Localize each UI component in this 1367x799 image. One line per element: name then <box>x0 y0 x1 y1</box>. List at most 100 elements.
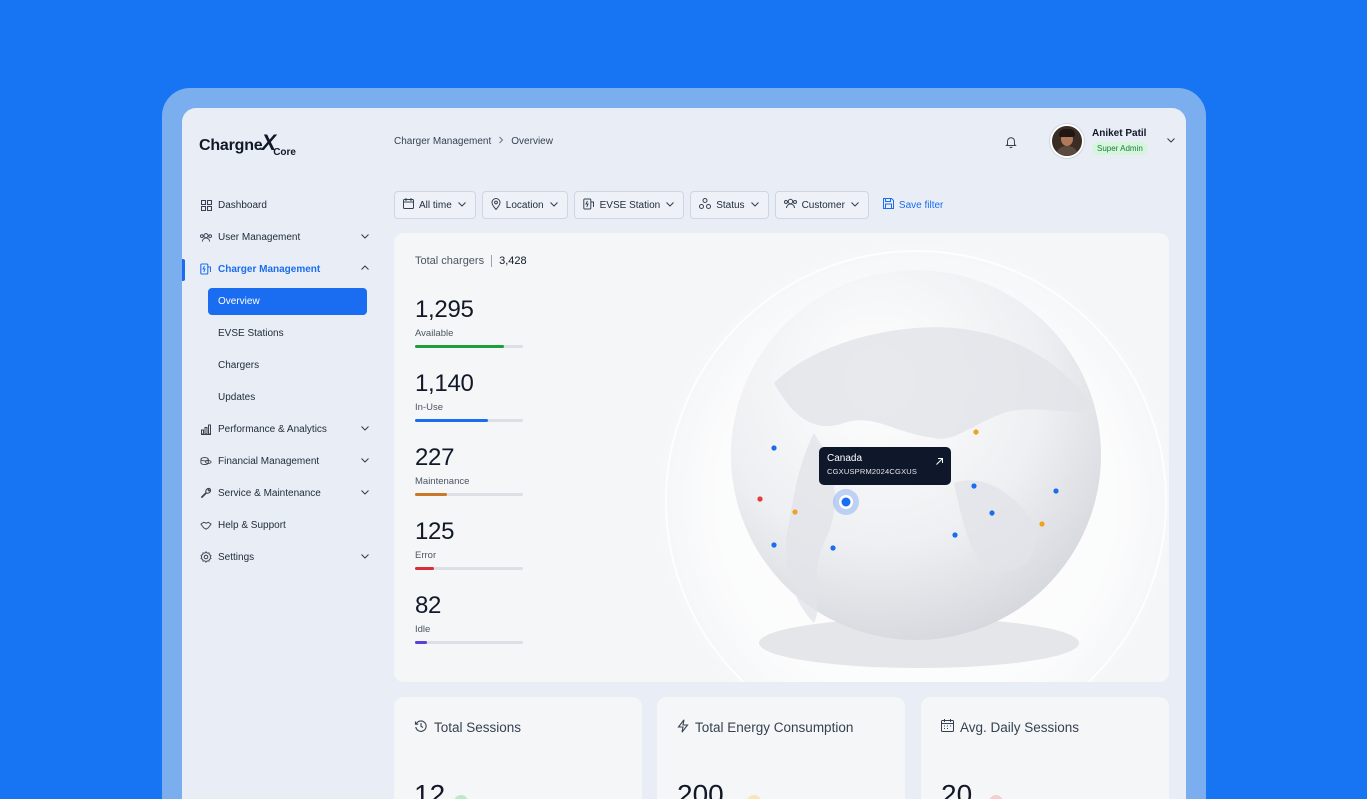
location-pin-icon <box>491 197 501 213</box>
chevron-down-icon <box>360 487 370 500</box>
handshake-icon <box>200 519 212 531</box>
filter-time[interactable]: All time <box>394 191 476 219</box>
station-marker[interactable] <box>830 545 836 551</box>
station-marker[interactable] <box>792 509 798 515</box>
sidebar-item-label: Charger Management <box>218 263 321 275</box>
lightning-icon <box>677 719 689 736</box>
charger-icon <box>200 263 212 275</box>
chevron-down-icon[interactable] <box>1166 132 1176 150</box>
station-marker[interactable] <box>952 532 958 538</box>
station-marker[interactable] <box>971 483 977 489</box>
sidebar-item-label: Service & Maintenance <box>218 487 321 499</box>
chevron-down-icon <box>360 231 370 244</box>
card-title: Avg. Daily Sessions <box>960 719 1080 735</box>
tooltip-code: CGXUSPRM2024CGXUS <box>827 467 918 476</box>
station-marker[interactable] <box>757 496 763 502</box>
filter-customer-label: Customer <box>801 199 845 211</box>
sidebar-item-label: Performance & Analytics <box>218 423 327 435</box>
sidebar-item-label: User Management <box>218 231 301 243</box>
chevron-down-icon <box>360 551 370 564</box>
chevron-down-icon <box>850 199 860 212</box>
save-filter-button[interactable]: Save filter <box>882 198 944 212</box>
selected-marker[interactable] <box>841 497 851 507</box>
station-marker[interactable] <box>771 542 777 548</box>
location-tooltip[interactable]: Canada CGXUSPRM2024CGXUS <box>819 447 951 485</box>
sidebar-subitem-chargers[interactable]: Chargers <box>208 352 367 379</box>
station-marker[interactable] <box>1053 488 1059 494</box>
station-marker[interactable] <box>771 445 777 451</box>
history-icon <box>414 719 428 736</box>
trend-badge <box>454 795 468 799</box>
status-icon <box>699 198 712 212</box>
trend-badge <box>989 795 1003 799</box>
role-badge: Super Admin <box>1092 141 1148 155</box>
card-total-sessions: Total Sessions 12 <box>394 697 642 799</box>
sidebar-item-label: Settings <box>218 551 255 563</box>
filter-evse-station[interactable]: EVSE Station <box>573 191 685 219</box>
profile-name: Aniket Patil <box>1092 127 1147 139</box>
sidebar-item-label: Financial Management <box>218 455 320 467</box>
users-icon <box>783 198 797 212</box>
calendar-icon <box>941 719 954 735</box>
charger-overview-card: Total chargers 3,428 1,295 Available 1,1… <box>394 233 1169 682</box>
card-value: 200 <box>677 779 724 799</box>
sidebar-item-charger-management[interactable]: Charger Management <box>200 260 370 278</box>
globe-map[interactable] <box>394 233 1169 682</box>
grid-icon <box>200 199 212 211</box>
logo-sub: Core <box>273 147 296 158</box>
card-value: 20 <box>941 779 973 799</box>
profile-menu[interactable]: Aniket Patil Super Admin <box>1050 124 1176 158</box>
chevron-right-icon <box>497 136 505 147</box>
app-window: Chargne X Core Charger Management Overvi… <box>182 108 1186 799</box>
logo[interactable]: Chargne X Core <box>199 130 296 158</box>
card-total-energy: Total Energy Consumption 200 <box>657 697 905 799</box>
avatar <box>1050 124 1084 158</box>
chevron-down-icon <box>457 199 467 212</box>
card-value: 12 <box>414 779 446 799</box>
calendar-icon <box>403 198 414 212</box>
filter-status-label: Status <box>716 199 745 211</box>
filter-time-label: All time <box>419 199 452 211</box>
chevron-down-icon <box>360 423 370 436</box>
filter-bar: All time Location EVSE Station Status Cu… <box>394 191 943 219</box>
card-title: Total Energy Consumption <box>695 720 854 735</box>
chevron-down-icon <box>665 199 675 212</box>
coins-icon <box>200 455 212 467</box>
station-marker[interactable] <box>1039 521 1045 527</box>
filter-status[interactable]: Status <box>690 191 769 219</box>
card-title: Total Sessions <box>434 720 522 735</box>
sidebar-subitem-overview[interactable]: Overview <box>208 288 367 315</box>
users-icon <box>200 231 212 243</box>
breadcrumb-parent[interactable]: Charger Management <box>394 136 491 147</box>
sidebar-item-label: Help & Support <box>218 519 286 531</box>
card-avg-daily-sessions: Avg. Daily Sessions 20 <box>921 697 1169 799</box>
sidebar-item-performance-analytics[interactable]: Performance & Analytics <box>200 420 370 438</box>
sidebar-item-service-maintenance[interactable]: Service & Maintenance <box>200 484 370 502</box>
sidebar-item-user-management[interactable]: User Management <box>200 228 370 246</box>
sidebar-item-settings[interactable]: Settings <box>200 548 370 566</box>
arrow-up-right-icon[interactable] <box>935 453 944 471</box>
sidebar-item-financial-management[interactable]: Financial Management <box>200 452 370 470</box>
station-marker[interactable] <box>973 429 979 435</box>
breadcrumb: Charger Management Overview <box>394 136 553 147</box>
sidebar-item-help-support[interactable]: Help & Support <box>200 516 370 534</box>
trend-badge <box>747 795 761 799</box>
gear-icon <box>200 551 212 563</box>
sidebar-item-label: Dashboard <box>218 199 267 211</box>
charger-icon <box>582 198 595 213</box>
sidebar-subitem-updates[interactable]: Updates <box>208 384 367 411</box>
tooltip-country: Canada <box>827 453 863 464</box>
logo-brand: Chargne <box>199 137 263 154</box>
wrench-icon <box>200 487 212 499</box>
bell-icon[interactable] <box>1002 133 1020 151</box>
station-marker[interactable] <box>989 510 995 516</box>
sidebar-item-dashboard[interactable]: Dashboard <box>200 196 370 214</box>
sidebar-subitem-evse-stations[interactable]: EVSE Stations <box>208 320 367 347</box>
bar-chart-icon <box>200 423 212 435</box>
active-indicator <box>182 259 185 281</box>
filter-location[interactable]: Location <box>481 191 568 219</box>
filter-location-label: Location <box>505 199 544 211</box>
save-filter-label: Save filter <box>898 199 944 211</box>
filter-customer[interactable]: Customer <box>774 191 869 219</box>
chevron-up-icon <box>360 263 370 276</box>
